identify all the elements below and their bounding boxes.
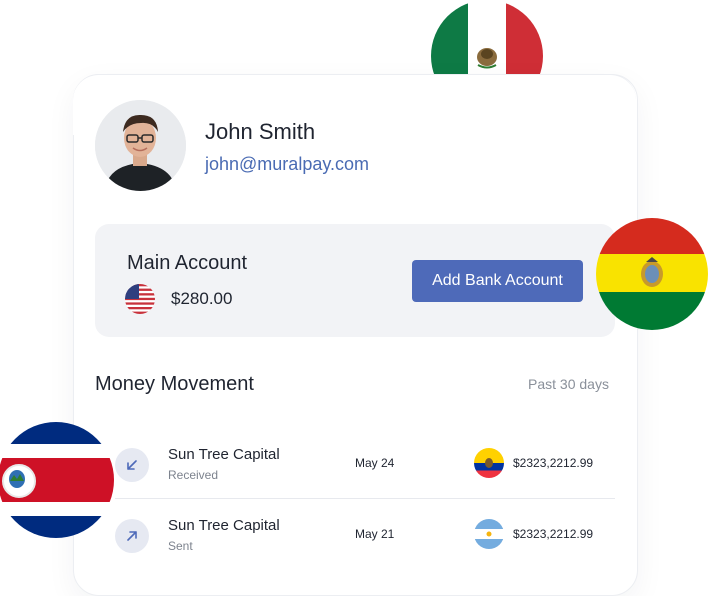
add-bank-account-button[interactable]: Add Bank Account xyxy=(412,260,583,302)
us-flag-icon xyxy=(125,284,155,314)
transaction-amount: $2323,2212.99 xyxy=(513,456,594,470)
row-divider xyxy=(115,498,615,499)
counterparty-name: Sun Tree Capital xyxy=(168,446,280,463)
period-filter[interactable]: Past 30 days xyxy=(528,376,609,392)
account-title: Main Account xyxy=(127,252,248,274)
transaction-status: Sent xyxy=(168,539,193,553)
account-balance: $280.00 xyxy=(171,289,233,308)
argentina-flag-icon xyxy=(474,519,504,549)
ecuador-flag-icon xyxy=(474,448,504,478)
costa-rica-flag-icon xyxy=(0,422,114,538)
arrow-up-right-icon xyxy=(115,519,149,553)
counterparty-name: Sun Tree Capital xyxy=(168,517,280,534)
transaction-row[interactable]: Sun Tree Capital Received May 24 $2323,2… xyxy=(115,434,615,494)
avatar xyxy=(95,100,186,191)
transaction-date: May 24 xyxy=(355,456,395,470)
transaction-date: May 21 xyxy=(355,527,395,541)
transaction-status: Received xyxy=(168,468,219,482)
arrow-down-left-icon xyxy=(115,448,149,482)
transaction-amount: $2323,2212.99 xyxy=(513,527,594,541)
profile-email[interactable]: john@muralpay.com xyxy=(205,154,369,175)
profile-name: John Smith xyxy=(205,119,316,144)
main-account-panel: Main Account $280.00 Add Bank Account xyxy=(95,224,615,337)
transaction-row[interactable]: Sun Tree Capital Sent May 21 $2323,2212.… xyxy=(115,505,615,565)
bolivia-flag-icon xyxy=(596,218,708,330)
money-movement-title: Money Movement xyxy=(95,373,254,395)
